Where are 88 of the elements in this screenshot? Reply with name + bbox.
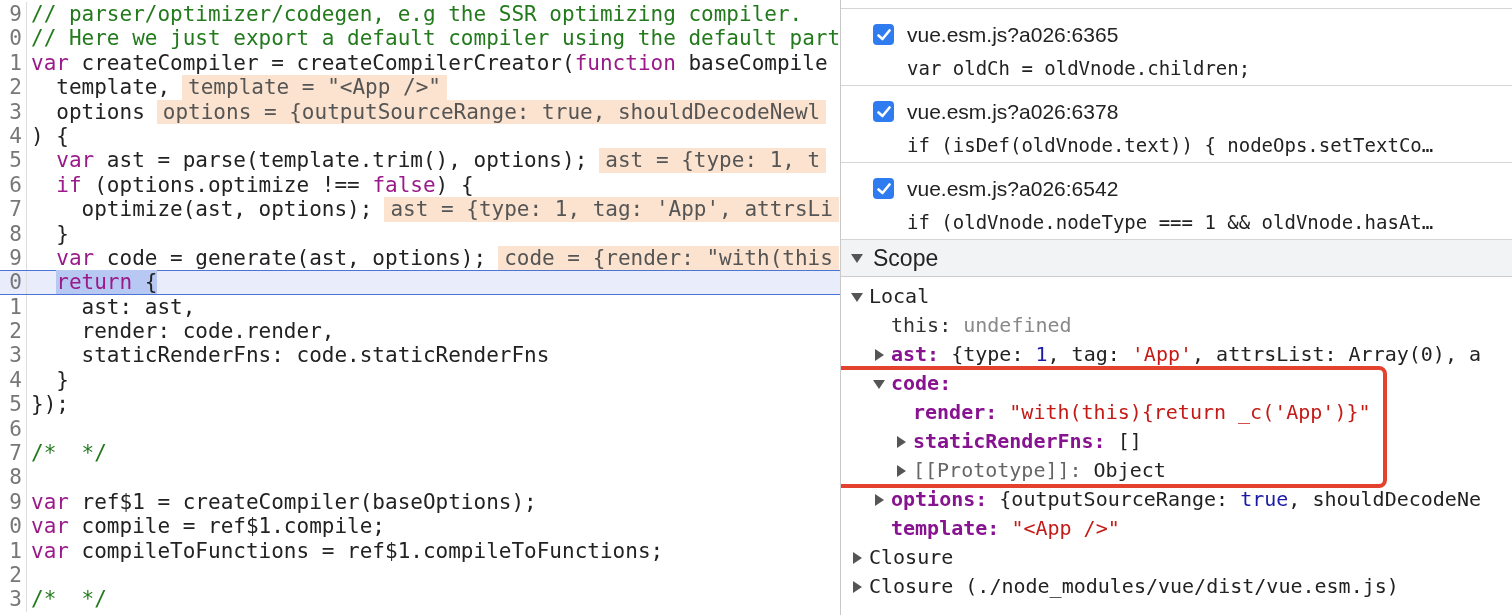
inline-value-hint: ast = {type: 1, tag: 'App', attrsLi [384,197,839,222]
line-number: 5 [0,392,27,417]
line-number: 0 [0,271,27,294]
breakpoint-code: if (isDef(oldVnode.text)) { nodeOps.setTextCo… [907,133,1434,159]
breakpoint-checkbox[interactable] [873,101,894,123]
breakpoint-location[interactable]: vue.esm.js?a026:6365 [907,20,1251,49]
collapsed-triangle-icon[interactable] [873,348,885,361]
collapsed-triangle-icon[interactable] [851,580,863,593]
line-number: 0 [0,26,27,51]
code-text: }); [30,392,69,417]
inline-value-hint: code = {render: "with(this [498,245,839,271]
collapsed-triangle-icon[interactable] [895,435,907,448]
code-text: var compile = ref$1.compile; [30,514,385,539]
expanded-triangle-icon[interactable] [873,377,885,390]
inline-value-hint: ast = {type: 1, t [599,148,827,173]
property-name[interactable]: options: [891,485,988,514]
property-value: "with(this){return _c('App')}" [1009,399,1371,426]
property-name[interactable]: staticRenderFns: [913,427,1106,456]
line-number: 9 [0,2,27,27]
line-number: 8 [0,465,27,490]
code-text: // parser/optimizer/codegen, e.g the SSR optimizing compiler. [30,2,803,27]
line-number: 2 [0,319,27,344]
line-number: 7 [0,197,27,222]
code-text: if (options.optimize !== false) { [55,172,474,198]
line-number: 6 [0,172,27,198]
scope-group[interactable]: Local [869,282,930,311]
line-number: 0 [0,514,27,539]
line-number: 5 [0,148,27,173]
code-text: /* */ [30,441,107,466]
line-number: 1 [0,50,27,76]
code-text: render: code.render, [80,319,335,344]
breakpoint-code: var oldCh = oldVnode.children; [907,56,1251,82]
code-text: var compileToFunctions = ref$1.compileToFunctions; [30,538,664,563]
code-text: ) { [30,123,69,149]
code-text: } [55,221,69,246]
property-name[interactable]: code: [891,369,952,398]
property-value: {type: 1, tag: 'App', attrsList: Array(0), a [951,341,1481,368]
code-text: var ref$1 = createCompiler(baseOptions); [30,489,537,515]
property-name[interactable]: [[Prototype]]: [913,456,1082,485]
property-name[interactable]: ast: [891,340,940,369]
expanded-triangle-icon[interactable] [851,252,863,264]
code-text: optimize(ast, options); [80,197,373,222]
code-text: // Here we just export a default compiler using the default part [30,26,840,51]
code-text: var createCompiler = createCompilerCreator(function baseCompile [30,50,828,76]
property-value: Object [1093,457,1166,484]
collapsed-triangle-icon[interactable] [895,464,907,477]
code-text: /* */ [30,587,107,612]
inline-value-hint: options = {outputSourceRange: true, shouldDecodeNewl [156,99,827,124]
code-text: template, [55,75,171,100]
line-number: 6 [0,416,27,442]
line-number: 1 [0,294,27,320]
line-number: 9 [0,489,27,515]
property-name: render: [913,399,998,426]
breakpoint-checkbox[interactable] [873,178,894,200]
breakpoint-location[interactable]: vue.esm.js?a026:6542 [907,174,1434,203]
line-number: 4 [0,367,27,393]
code-text: staticRenderFns: code.staticRenderFns [80,343,550,368]
breakpoint-location[interactable]: vue.esm.js?a026:6378 [907,97,1434,126]
code-text: var code = generate(ast, options); [55,245,487,271]
code-text: var ast = parse(template.trim(), options); [55,148,588,173]
breakpoint-checkbox[interactable] [873,24,894,46]
line-number: 3 [0,587,27,612]
section-title[interactable]: Scope [873,244,939,272]
collapsed-triangle-icon[interactable] [851,551,863,564]
inline-value-hint: template = "<App />" [182,75,447,100]
scope-group[interactable]: Closure [869,543,954,572]
collapsed-triangle-icon[interactable] [873,493,885,506]
line-number: 7 [0,441,27,466]
line-number: 1 [0,538,27,563]
line-number: 3 [0,99,27,124]
line-number: 2 [0,75,27,100]
breakpoint-code: if (oldVnode.nodeType === 1 && oldVnode.hasAt… [907,210,1434,236]
code-text: return { [55,271,158,294]
property-value: [] [1117,428,1142,455]
code-text: options [55,99,145,124]
line-number: 2 [0,563,27,588]
property-value: undefined [963,312,1072,339]
code-text: ast: ast, [80,294,196,320]
property-name: this: [891,312,952,339]
line-number: 8 [0,221,27,246]
property-value: {outputSourceRange: true, shouldDecodeNe [999,486,1481,513]
line-number: 3 [0,343,27,368]
scope-group[interactable]: Closure (./node_modules/vue/dist/vue.esm.js) [869,572,1399,601]
property-value: "<App />" [1011,515,1120,542]
line-number: 4 [0,123,27,149]
expanded-triangle-icon[interactable] [851,290,863,303]
property-name: template: [891,515,1000,542]
code-text: } [55,367,69,393]
